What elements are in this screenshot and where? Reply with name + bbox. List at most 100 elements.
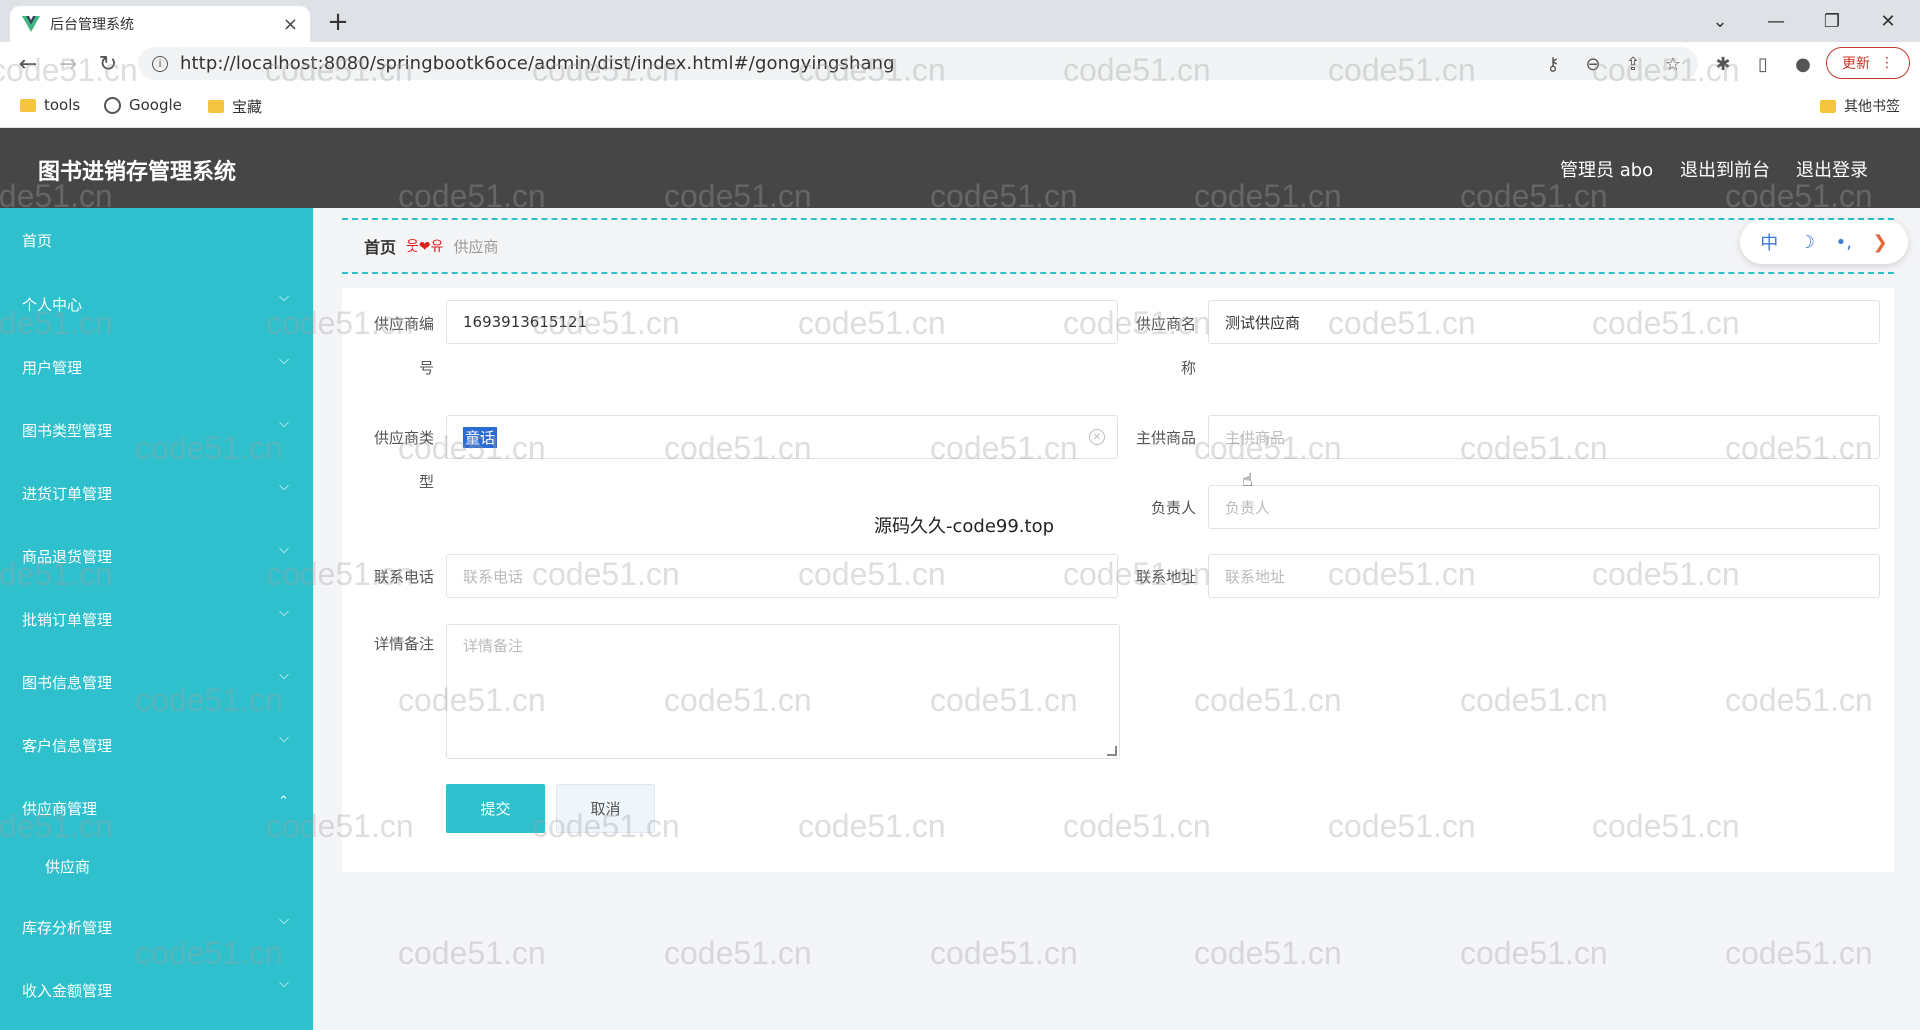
reload-icon[interactable]: ↻ (92, 48, 124, 80)
watermark: code51.cn (664, 935, 812, 971)
chevron-down-icon: ⌵ (279, 290, 289, 305)
supplier-no-input[interactable]: 1693913615121 (446, 300, 1118, 344)
cancel-button[interactable]: 取消 (556, 784, 655, 833)
submit-button[interactable]: 提交 (446, 784, 545, 833)
supplier-name-label: 供应商名 (1135, 315, 1196, 333)
sidebar-subitem-supplier[interactable]: 供应商 (0, 846, 313, 886)
sidebar-item-customers[interactable]: 客户信息管理 ⌵ (0, 725, 313, 765)
sidepanel-icon[interactable]: ▯ (1750, 52, 1776, 76)
watermark: code51.cn (1194, 935, 1342, 971)
sidebar-item-book-types[interactable]: 图书类型管理 ⌵ (0, 410, 313, 450)
breadcrumb-home[interactable]: 首页 (364, 234, 396, 258)
remark-textarea[interactable]: 详情备注 (446, 624, 1120, 759)
phone-label: 联系电话 (373, 568, 434, 586)
profile-icon[interactable]: ● (1790, 52, 1816, 76)
address-input[interactable]: 联系地址 (1208, 554, 1880, 598)
chevron-down-icon: ⌵ (279, 605, 289, 620)
bookmarks-bar: tools Google 宝藏 其他书签 (0, 84, 1920, 128)
url-text: http://localhost:8080/springbootk6oce/ad… (180, 53, 895, 74)
moon-icon[interactable]: ☽ (1799, 232, 1815, 253)
browser-tab[interactable]: 后台管理系统 × (10, 6, 310, 42)
new-tab-button[interactable]: + (322, 6, 354, 38)
language-icon[interactable]: 中 (1760, 229, 1778, 255)
tab-title: 后台管理系统 (50, 17, 134, 33)
share-icon[interactable]: ⇪ (1620, 52, 1646, 76)
browser-addressbar: ← → ↻ i http://localhost:8080/springboot… (0, 42, 1920, 84)
chevron-down-icon: ⌵ (279, 976, 289, 991)
supplier-no-label-2: 号 (418, 359, 434, 377)
bookmark-google[interactable]: Google (104, 96, 182, 114)
sidebar-item-home[interactable]: 首页 (0, 220, 313, 260)
breadcrumb-current: 供应商 (453, 237, 499, 256)
browser-tabbar: 后台管理系统 × + ⌄ — ❐ ✕ (0, 0, 1920, 42)
forward-icon[interactable]: → (52, 48, 84, 80)
chevron-down-icon: ⌵ (279, 479, 289, 494)
main-goods-input[interactable]: 主供商品 (1208, 415, 1880, 459)
sidebar-item-wholesale-orders[interactable]: 批销订单管理 ⌵ (0, 599, 313, 639)
back-icon[interactable]: ← (12, 48, 44, 80)
to-front-link[interactable]: 退出到前台 (1680, 156, 1770, 182)
sidebar-item-users[interactable]: 用户管理 ⌵ (0, 347, 313, 387)
site-info-icon[interactable]: i (152, 55, 168, 72)
extensions-icon[interactable]: ✱ (1710, 52, 1736, 76)
app-title: 图书进销存管理系统 (38, 160, 237, 185)
sidebar-item-purchase-orders[interactable]: 进货订单管理 ⌵ (0, 473, 313, 513)
more-icon[interactable]: ⋮ (1880, 55, 1894, 71)
watermark: code51.cn (930, 935, 1078, 971)
bookmark-treasure[interactable]: 宝藏 (208, 96, 262, 117)
chevron-down-icon: ⌵ (279, 416, 289, 431)
update-label: 更新 (1842, 56, 1870, 72)
remark-label: 详情备注 (373, 635, 434, 653)
clear-icon[interactable]: ✕ (1089, 429, 1105, 445)
floating-toolbar: 中 ☽ •, ❯ (1740, 220, 1908, 264)
bookmark-tools[interactable]: tools (20, 96, 80, 114)
url-bar[interactable]: i http://localhost:8080/springbootk6oce/… (138, 47, 1698, 80)
sidebar-item-profile[interactable]: 个人中心 ⌵ (0, 284, 313, 324)
arrow-right-icon[interactable]: ❯ (1873, 232, 1888, 253)
supplier-name-input[interactable]: 测试供应商 (1208, 300, 1880, 344)
sidebar: 首页 个人中心 ⌵ 用户管理 ⌵ 图书类型管理 ⌵ 进货订单管理 ⌵ 商品退货管理 ⌵ 批… (0, 208, 313, 1030)
update-button[interactable]: 更新 ⋮ (1826, 47, 1910, 79)
sidebar-item-books[interactable]: 图书信息管理 ⌵ (0, 662, 313, 702)
sidebar-item-income[interactable]: 收入金额管理 ⌵ (0, 970, 313, 1010)
tab-close-icon[interactable]: × (283, 14, 298, 35)
supplier-type-input[interactable]: 童话 ✕ (446, 415, 1118, 459)
tab-search-chevron-icon[interactable]: ⌄ (1692, 4, 1748, 38)
chevron-down-icon: ⌵ (279, 542, 289, 557)
supplier-type-label: 供应商类 (373, 429, 434, 447)
supplier-no-label: 供应商编 (373, 315, 434, 333)
window-close-icon[interactable]: ✕ (1860, 4, 1916, 38)
restore-icon[interactable]: ❐ (1804, 4, 1860, 38)
zoom-icon[interactable]: ⊖ (1580, 52, 1606, 76)
key-icon[interactable]: ⚷ (1540, 52, 1566, 76)
sidebar-item-suppliers[interactable]: 供应商管理 ⌃ (0, 788, 313, 828)
folder-icon (208, 100, 224, 113)
watermark: code51.cn (1725, 935, 1873, 971)
minimize-icon[interactable]: — (1748, 4, 1804, 38)
resize-handle[interactable] (1107, 746, 1117, 756)
logout-link[interactable]: 退出登录 (1796, 156, 1868, 182)
main-goods-label: 主供商品 (1135, 429, 1196, 447)
folder-icon (20, 98, 36, 112)
hand-cursor-icon: ☝ (1242, 470, 1253, 491)
manager-input[interactable]: 负责人 (1208, 485, 1880, 529)
source-watermark-text: 源码久久-code99.top (874, 516, 1055, 537)
user-label: 管理员 abo (1560, 160, 1654, 181)
watermark: code51.cn (398, 935, 546, 971)
star-icon[interactable]: ☆ (1660, 52, 1686, 76)
globe-icon (104, 96, 121, 114)
supplier-type-label-2: 型 (418, 473, 434, 491)
sidebar-item-inventory[interactable]: 库存分析管理 ⌵ (0, 907, 313, 947)
dots-icon[interactable]: •, (1836, 232, 1852, 253)
chevron-down-icon: ⌵ (279, 913, 289, 928)
bookmark-other[interactable]: 其他书签 (1820, 96, 1900, 116)
phone-input[interactable]: 联系电话 (446, 554, 1118, 598)
watermark: code51.cn (1460, 935, 1608, 971)
supplier-name-label-2: 称 (1180, 359, 1196, 377)
breadcrumb-separator: 웃❤유 (406, 239, 444, 255)
app-header: 图书进销存管理系统 管理员 abo 退出到前台 退出登录 (0, 128, 1920, 208)
sidebar-item-returns[interactable]: 商品退货管理 ⌵ (0, 536, 313, 576)
chevron-down-icon: ⌵ (279, 668, 289, 683)
chevron-down-icon: ⌵ (279, 731, 289, 746)
chevron-down-icon: ⌵ (279, 353, 289, 368)
